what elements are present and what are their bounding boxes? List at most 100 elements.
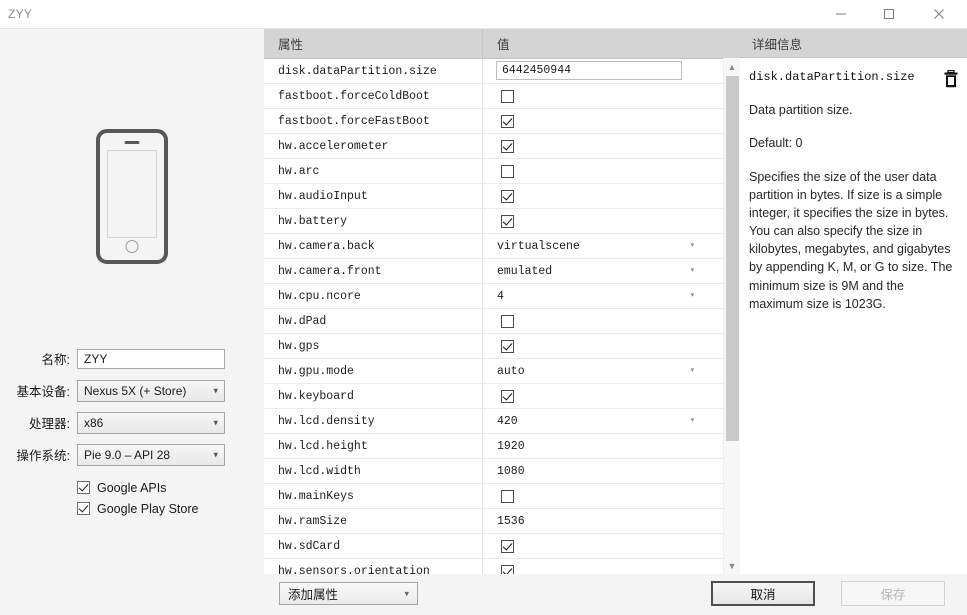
property-value-cell[interactable] [483,184,740,208]
table-row[interactable]: fastboot.forceColdBoot [264,84,740,109]
property-name-cell: hw.gpu.mode [264,359,483,383]
table-row[interactable]: hw.ramSize 1536 [264,509,740,534]
minimize-button[interactable] [818,0,863,28]
value-checkbox[interactable] [501,314,514,328]
property-value-cell[interactable]: auto ▾ [483,359,740,383]
property-name-cell: hw.camera.back [264,234,483,258]
property-value-cell[interactable] [483,309,740,333]
maximize-button[interactable] [866,0,911,28]
property-value-cell[interactable]: 4 ▾ [483,284,740,308]
value-checkbox[interactable] [501,164,514,178]
value-select-label: 4 [497,289,504,303]
add-property-select[interactable]: 添加属性 ▾ [279,582,418,605]
scrollbar-thumb[interactable] [726,76,739,441]
close-button[interactable] [916,0,961,28]
property-value-cell[interactable] [483,534,740,558]
table-row[interactable]: hw.lcd.height 1920 [264,434,740,459]
detail-description: Specifies the size of the user data part… [749,169,953,311]
property-value-cell[interactable] [483,209,740,233]
value-checkbox[interactable] [501,539,514,553]
property-name-cell: fastboot.forceFastBoot [264,109,483,133]
value-text: 1080 [497,464,525,478]
checkbox-google-play-store[interactable]: Google Play Store [77,498,264,519]
table-row[interactable]: hw.sensors.orientation [264,559,740,575]
property-name-cell: hw.arc [264,159,483,183]
table-row[interactable]: hw.cpu.ncore 4 ▾ [264,284,740,309]
chevron-down-icon: ▾ [689,290,695,301]
os-select[interactable]: Pie 9.0 – API 28 ▾ [77,443,225,466]
table-row[interactable]: hw.keyboard [264,384,740,409]
value-checkbox[interactable] [501,339,514,353]
name-input[interactable]: ZYY [77,348,225,369]
table-row[interactable]: hw.arc [264,159,740,184]
table-row[interactable]: hw.mainKeys [264,484,740,509]
value-checkbox[interactable] [501,114,514,128]
property-name-cell: hw.ramSize [264,509,483,533]
table-body: disk.dataPartition.size 6442450944 fastboo… [264,59,740,575]
property-value-cell[interactable] [483,484,740,508]
base-device-select[interactable]: Nexus 5X (+ Store) ▾ [77,379,225,402]
value-select-label: 420 [497,414,518,428]
property-value-cell[interactable]: 1080 [483,459,740,483]
value-checkbox[interactable] [501,214,514,228]
save-button[interactable]: 保存 [841,581,945,606]
property-value-cell[interactable]: 1536 [483,509,740,533]
value-checkbox[interactable] [501,489,514,503]
property-value-cell[interactable] [483,159,740,183]
detail-panel-header: 详细信息 [740,29,967,58]
property-value-cell[interactable] [483,84,740,108]
property-value-cell[interactable] [483,134,740,158]
detail-default: Default: 0 [749,135,803,150]
table-row[interactable]: hw.camera.back virtualscene ▾ [264,234,740,259]
table-row[interactable]: hw.lcd.density 420 ▾ [264,409,740,434]
table-row[interactable]: hw.dPad [264,309,740,334]
property-value-cell[interactable]: emulated ▾ [483,259,740,283]
value-checkbox[interactable] [501,389,514,403]
property-value-cell[interactable] [483,334,740,358]
checkbox-google-apis[interactable]: Google APIs [77,477,264,498]
delete-property-button[interactable] [943,69,959,88]
property-name-cell: hw.sensors.orientation [264,559,483,575]
table-row[interactable]: hw.audioInput [264,184,740,209]
value-checkbox[interactable] [501,139,514,153]
cancel-button[interactable]: 取消 [711,581,815,606]
table-row[interactable]: hw.sdCard [264,534,740,559]
property-value-cell[interactable]: 420 ▾ [483,409,740,433]
property-name-cell: hw.cpu.ncore [264,284,483,308]
property-value-cell[interactable] [483,559,740,575]
column-header-value[interactable]: 值 [483,29,740,58]
title-bar: ZYY [0,0,967,29]
table-row[interactable]: hw.accelerometer [264,134,740,159]
google-play-store-checkbox[interactable] [77,502,90,515]
google-apis-checkbox[interactable] [77,481,90,494]
property-value-cell[interactable]: 1920 [483,434,740,458]
property-value-cell[interactable] [483,109,740,133]
table-row[interactable]: disk.dataPartition.size 6442450944 [264,59,740,84]
label-os: 操作系统: [16,449,70,463]
scroll-up-button[interactable]: ▲ [724,58,740,75]
property-value-cell[interactable]: virtualscene ▾ [483,234,740,258]
value-text: 1536 [497,514,525,528]
table-scrollbar[interactable]: ▲ ▼ [723,58,740,574]
property-value-cell[interactable]: 6442450944 [483,59,740,83]
detail-summary: Data partition size. [749,102,853,117]
processor-select[interactable]: x86 ▾ [77,411,225,434]
form-row-base-device: 基本设备: Nexus 5X (+ Store) ▾ [0,377,264,404]
property-name-cell: hw.audioInput [264,184,483,208]
property-name-cell: hw.lcd.width [264,459,483,483]
property-value-cell[interactable] [483,384,740,408]
value-checkbox[interactable] [501,89,514,103]
value-checkbox[interactable] [501,189,514,203]
scroll-down-button[interactable]: ▼ [724,557,740,574]
table-row[interactable]: hw.gpu.mode auto ▾ [264,359,740,384]
chevron-down-icon: ▾ [689,365,695,376]
table-row[interactable]: fastboot.forceFastBoot [264,109,740,134]
close-icon [933,9,944,19]
table-row[interactable]: hw.gps [264,334,740,359]
table-row[interactable]: hw.camera.front emulated ▾ [264,259,740,284]
value-text-input[interactable]: 6442450944 [496,61,682,80]
properties-table: 属性 值 disk.dataPartition.size 6442450944 fa… [264,29,740,575]
table-row[interactable]: hw.lcd.width 1080 [264,459,740,484]
table-row[interactable]: hw.battery [264,209,740,234]
column-header-property[interactable]: 属性 [264,29,483,58]
